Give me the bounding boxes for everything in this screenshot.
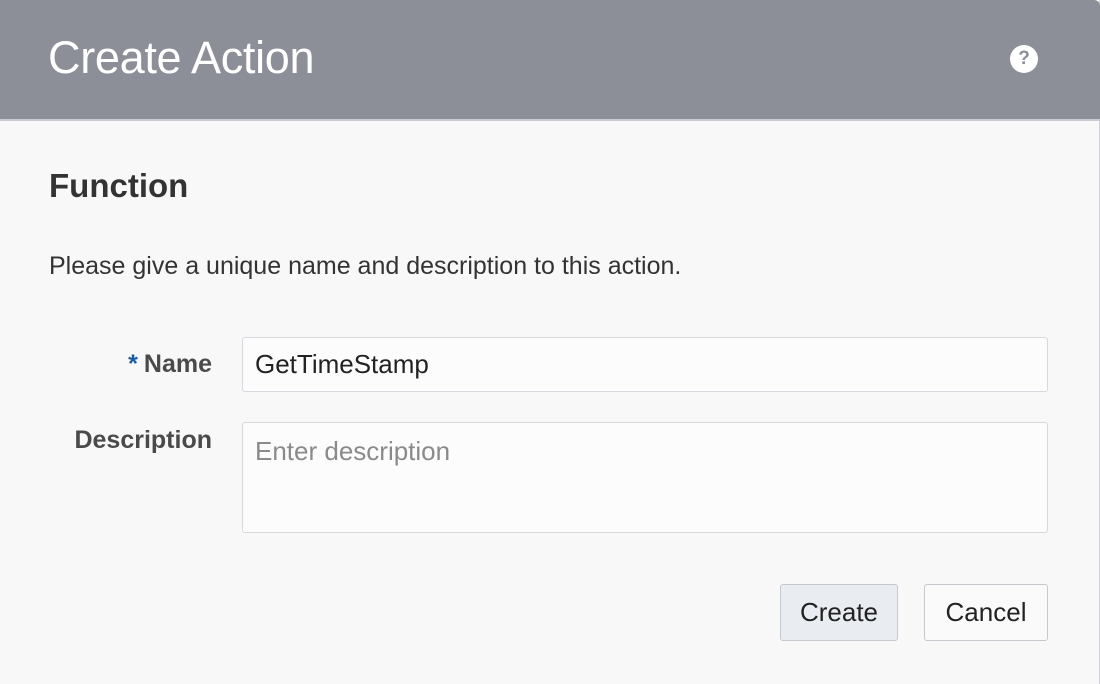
name-field[interactable] xyxy=(242,337,1048,392)
description-field[interactable] xyxy=(242,422,1048,533)
create-action-dialog: Create Action ? Function Please give a u… xyxy=(0,0,1100,684)
description-label: Description xyxy=(74,426,212,454)
section-title: Function xyxy=(49,167,189,204)
required-marker: * xyxy=(128,350,138,378)
dialog-title: Create Action xyxy=(48,32,315,83)
cancel-button[interactable]: Cancel xyxy=(924,584,1048,641)
name-label: * Name xyxy=(128,348,212,380)
dialog-header: Create Action ? xyxy=(0,0,1100,121)
create-button[interactable]: Create xyxy=(780,584,898,641)
help-icon[interactable]: ? xyxy=(1010,45,1038,73)
section-intro: Please give a unique name and descriptio… xyxy=(49,252,682,280)
name-label-text: Name xyxy=(143,350,212,378)
